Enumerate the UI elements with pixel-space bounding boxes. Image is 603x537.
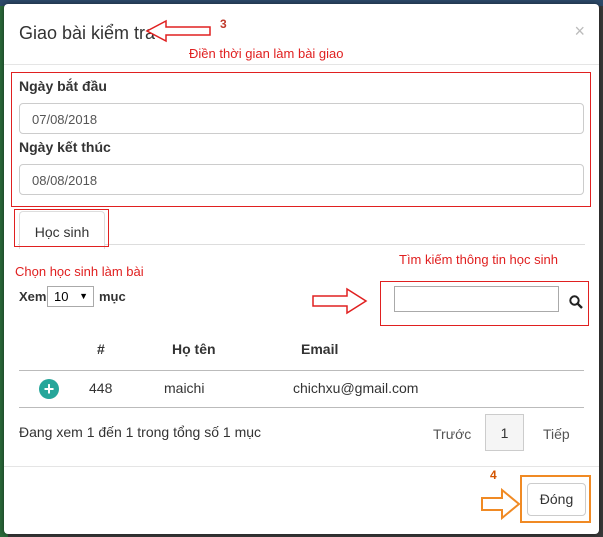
show-suffix: mục [99,289,126,304]
page-size-select[interactable]: 10 ▼ [47,286,94,307]
header-divider [4,64,599,65]
next-page-link[interactable]: Tiếp [543,426,570,442]
page-1-button[interactable]: 1 [485,414,524,451]
modal-title: Giao bài kiểm tra [19,23,156,43]
search-icon[interactable] [569,295,583,309]
step-3-annotation: Điền thời gian làm bài giao [189,46,344,61]
column-header-id: # [97,341,105,357]
show-prefix: Xem [19,289,47,304]
prev-page-link[interactable]: Trước [433,426,471,442]
chevron-down-icon: ▼ [79,291,88,301]
footer-divider [4,466,599,467]
end-date-input[interactable]: 08/08/2018 [19,164,584,195]
start-date-label: Ngày bắt đầu [19,78,107,94]
assign-test-modal: Giao bài kiểm tra × 3 Điền thời gian làm… [4,4,599,534]
start-date-input[interactable]: 07/08/2018 [19,103,584,134]
row-email: chichxu@gmail.com [293,380,419,396]
search-input[interactable] [394,286,559,312]
end-date-label: Ngày kết thúc [19,139,111,155]
plus-circle-icon[interactable]: + [39,379,59,399]
column-header-email: Email [301,341,339,357]
arrow-right-icon [481,487,521,521]
row-id: 448 [89,380,113,396]
choose-students-annotation: Chọn học sinh làm bài [15,264,144,279]
page-size-value: 10 [54,289,69,304]
tab-highlight [14,209,109,247]
arrow-left-icon [145,19,211,43]
step-3-number: 3 [220,17,227,31]
close-button[interactable]: Đóng [527,483,586,516]
row-name: maichi [164,380,205,396]
table-info: Đang xem 1 đến 1 trong tổng số 1 mục [19,424,262,440]
column-header-name: Họ tên [172,341,216,357]
step-4-number: 4 [490,468,497,482]
arrow-right-icon [312,287,368,315]
close-icon[interactable]: × [574,21,585,42]
search-hint-annotation: Tìm kiếm thông tin học sinh [399,252,558,267]
